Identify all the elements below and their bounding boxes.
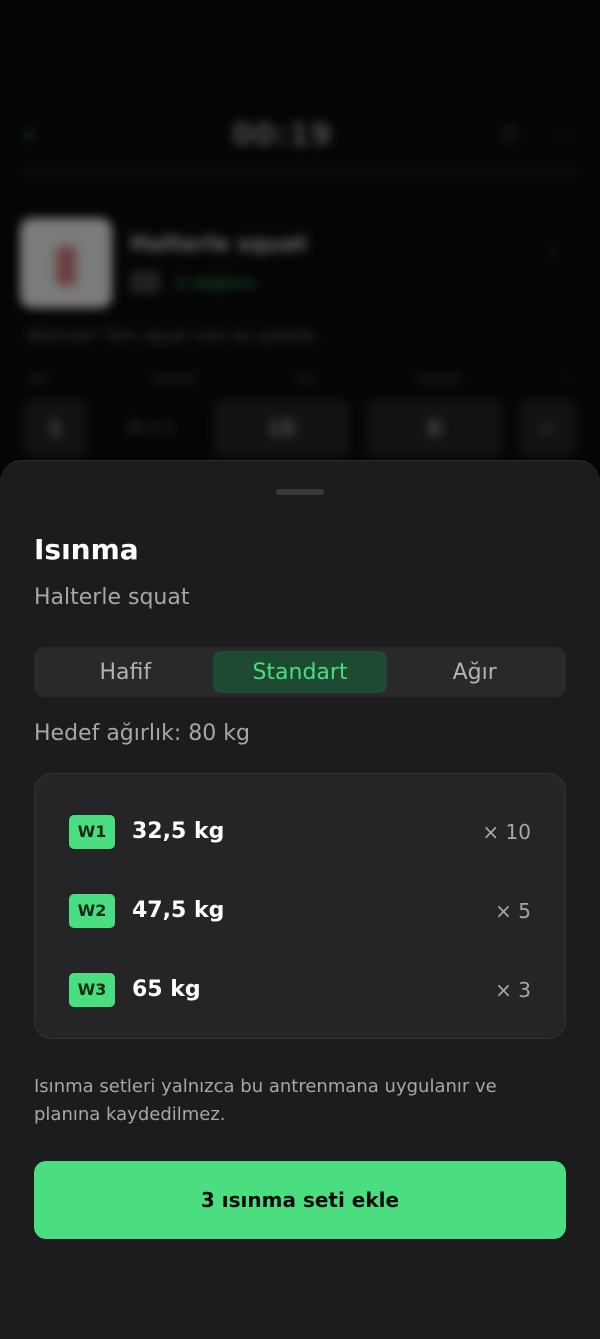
set-badge: W2 (69, 893, 115, 928)
set-reps: × 10 (482, 819, 531, 844)
target-weight: Hedef ağırlık: 80 kg (34, 721, 250, 746)
background-set-columns: SET ÖNCEKİ KG TEKRAR ✓ (28, 372, 572, 386)
exercise-more-icon: ⋮ (542, 240, 564, 265)
tab-hafif[interactable]: Hafif (38, 651, 213, 693)
set-badge: W3 (69, 972, 115, 1007)
set-weight: 47,5 kg (132, 898, 225, 923)
screen: ‹ 00:19 ⏱ ⋯ Halterle squat Ü dağılımı ⋮ … (0, 0, 600, 1339)
background-exercise-name: Halterle squat (130, 232, 308, 257)
background-top-bar: ‹ 00:19 ⏱ ⋯ (24, 110, 576, 160)
background-exercise-card: Halterle squat Ü dağılımı ⋮ (20, 218, 580, 308)
stopwatch-icon: ⏱ (500, 122, 518, 148)
sheet-drag-handle[interactable] (276, 489, 324, 495)
warmup-set-row: W2 47,5 kg × 5 (69, 871, 531, 950)
set-reps: × 3 (495, 977, 531, 1002)
background-set-row: 1 15 × 1 15 6 ✓ (24, 398, 576, 458)
background-exercise-tag: Ü dağılımı (176, 272, 257, 292)
set-weight: 65 kg (132, 977, 201, 1002)
exercise-thumbnail (20, 218, 112, 308)
tab-agir[interactable]: Ağır (387, 651, 562, 693)
exercise-name: Halterle squat (34, 585, 190, 610)
set-badge: W1 (69, 814, 115, 849)
intensity-segmented-control: Hafif Standart Ağır (34, 647, 566, 697)
sheet-title: Isınma (34, 533, 139, 566)
more-icon: ⋯ (553, 122, 576, 148)
exercise-chip (130, 271, 160, 293)
add-warmup-sets-button[interactable]: 3 ısınma seti ekle (34, 1161, 566, 1239)
warmup-sets-card: W1 32,5 kg × 10 W2 47,5 kg × 5 W3 65 kg … (34, 773, 566, 1039)
background-timer: 00:19 (232, 117, 333, 153)
tab-standart[interactable]: Standart (212, 651, 388, 693)
warmup-set-row: W1 32,5 kg × 10 (69, 792, 531, 871)
warmup-bottom-sheet: Isınma Halterle squat Hafif Standart Ağı… (0, 460, 600, 1339)
background-progress-bar (20, 170, 580, 173)
back-arrow-icon: ‹ (24, 120, 35, 150)
set-reps: × 5 (495, 898, 531, 923)
warmup-set-row: W3 65 kg × 3 (69, 950, 531, 1029)
background-note: Bilimsel? Tüm squat notu bu şekilde. (28, 326, 321, 345)
set-weight: 32,5 kg (132, 819, 225, 844)
warmup-info-text: Isınma setleri yalnızca bu antrenmana uy… (34, 1076, 497, 1125)
